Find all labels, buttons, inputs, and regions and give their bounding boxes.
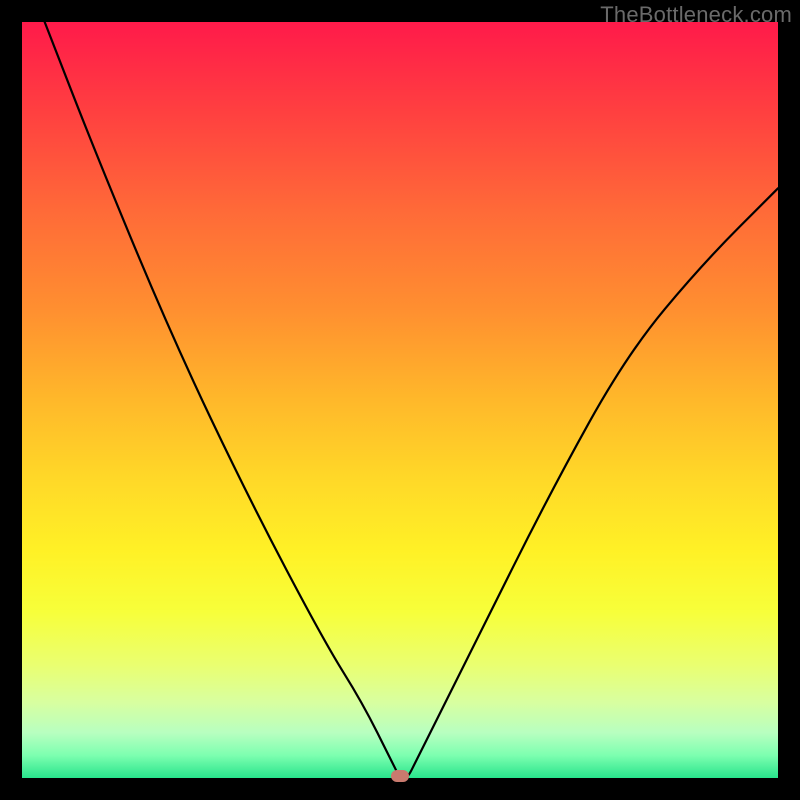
watermark-text: TheBottleneck.com (600, 2, 792, 28)
bottleneck-curve (22, 22, 778, 778)
chart-frame: TheBottleneck.com (0, 0, 800, 800)
optimum-marker (391, 770, 409, 782)
plot-area (22, 22, 778, 778)
